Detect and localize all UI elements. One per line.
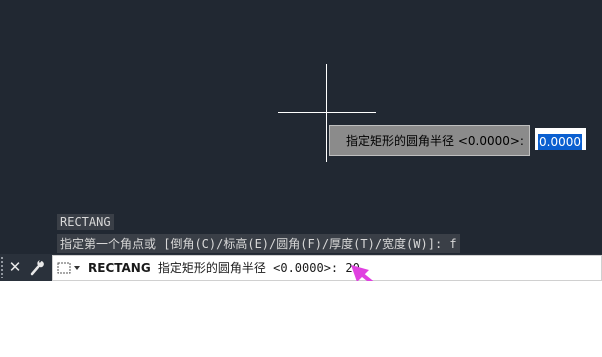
crosshair-horizontal — [278, 112, 376, 113]
command-line-text: RECTANG 指定矩形的圆角半径 <0.0000>: 20 — [88, 261, 360, 276]
command-history-line: 指定第一个角点或 [倒角(C)/标高(E)/圆角(F)/厚度(T)/宽度(W)]… — [57, 234, 460, 253]
command-prompt: 指定矩形的圆角半径 <0.0000>: — [150, 261, 346, 275]
crosshair-vertical — [326, 64, 327, 162]
dynamic-input-value[interactable]: 0.0000 — [538, 134, 582, 150]
dynamic-input-field[interactable]: 0.0000 — [535, 128, 586, 150]
command-typed-value[interactable]: 20 — [345, 261, 359, 275]
lower-panel — [0, 281, 602, 357]
dynamic-input-prompt: 指定矩形的圆角半径 <0.0000>: — [346, 134, 524, 148]
wrench-icon[interactable] — [29, 258, 45, 276]
command-line-input[interactable]: RECTANG 指定矩形的圆角半径 <0.0000>: 20 — [52, 255, 602, 281]
dynamic-input-tooltip: 指定矩形的圆角半径 <0.0000>: — [329, 125, 530, 156]
recent-commands-dropdown-icon[interactable] — [57, 261, 83, 276]
command-history-line: RECTANG — [57, 214, 114, 230]
drawing-canvas[interactable]: 指定矩形的圆角半径 <0.0000>: 0.0000 RECTANG 指定第一个… — [0, 0, 602, 281]
command-name: RECTANG — [88, 261, 151, 275]
close-icon[interactable]: ✕ — [8, 258, 22, 276]
command-bar-grip[interactable] — [0, 256, 4, 278]
